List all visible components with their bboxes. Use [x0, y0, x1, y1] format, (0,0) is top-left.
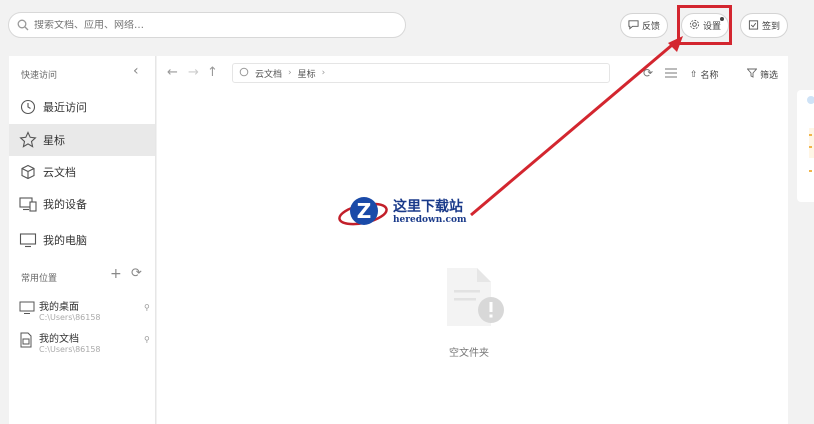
svg-text:Z: Z — [357, 199, 372, 223]
watermark-chinese-text: 这里下载站 — [393, 199, 463, 215]
heredown-logo-icon: Z — [338, 197, 388, 226]
watermark-domain-text: heredown.com — [393, 215, 467, 225]
heredown-watermark: Z 这里下载站 heredown.com — [337, 190, 487, 234]
